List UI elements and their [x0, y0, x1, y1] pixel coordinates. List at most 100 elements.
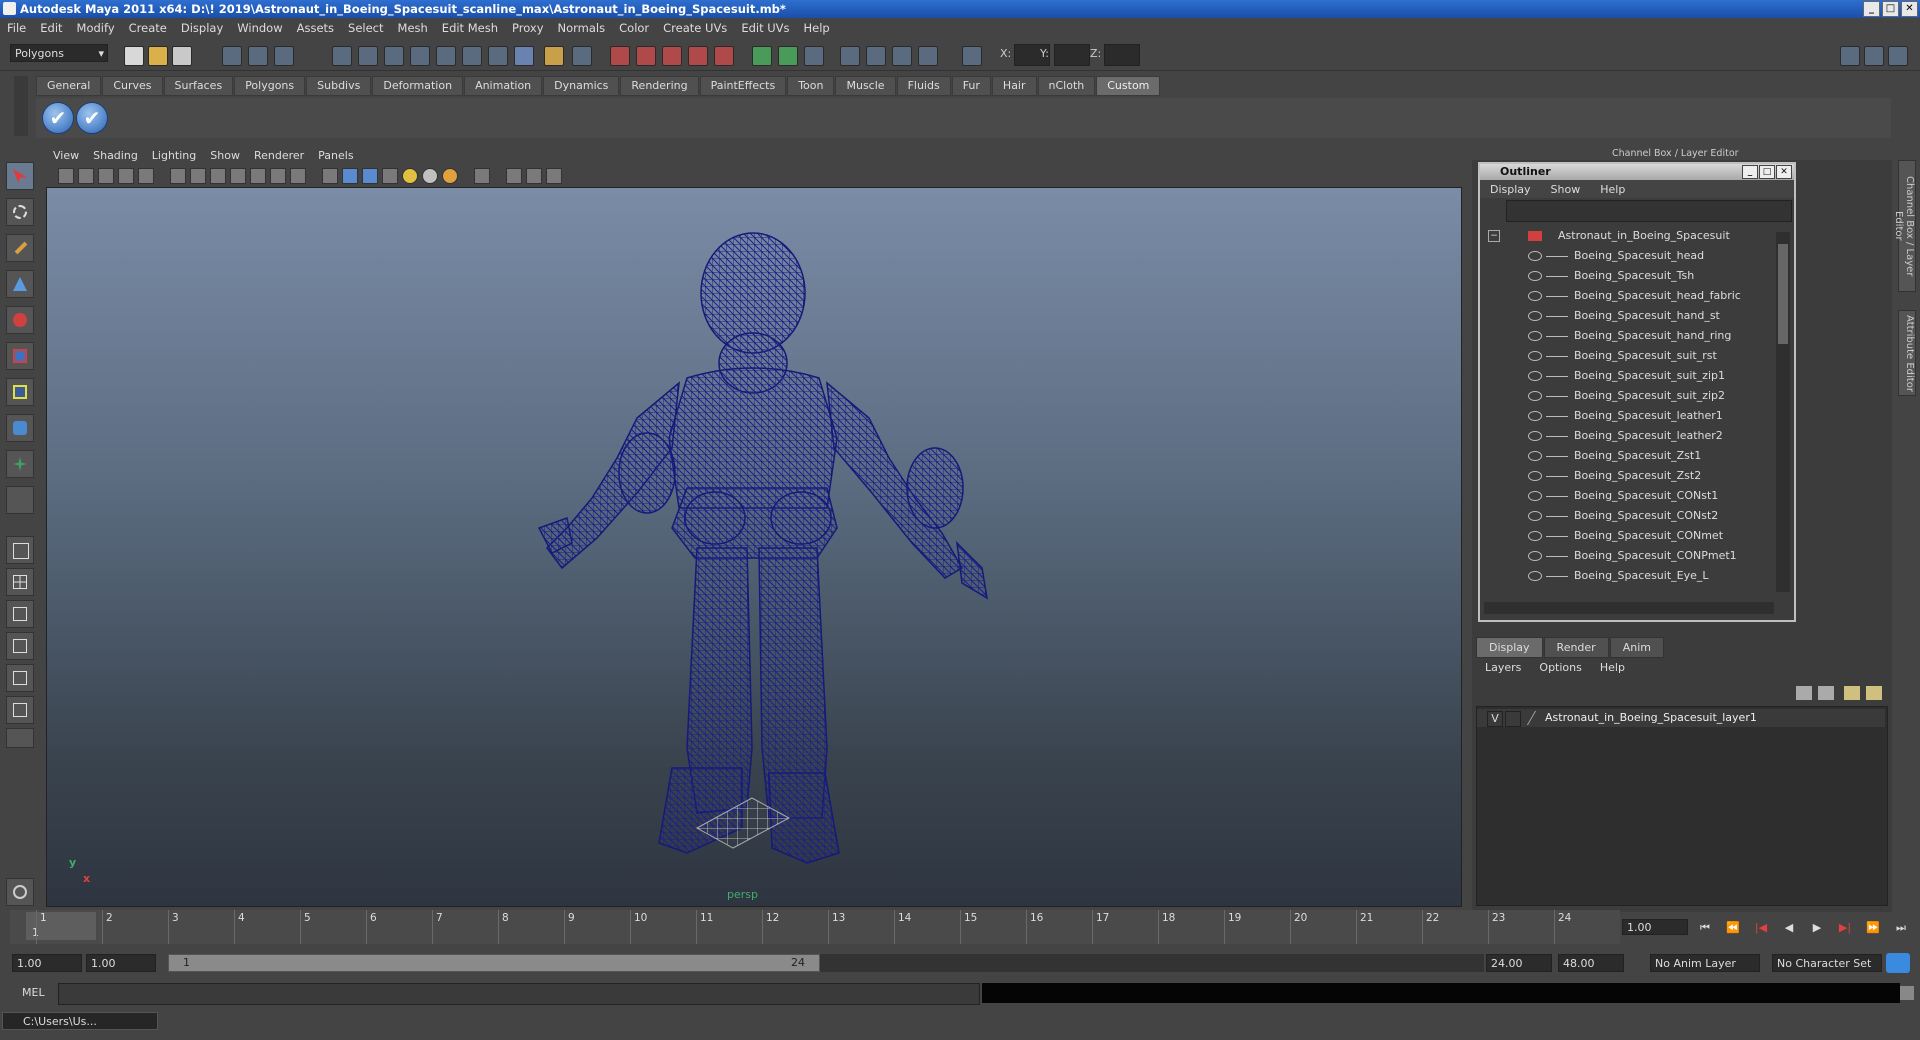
shelf-tab-custom[interactable]: Custom [1096, 76, 1161, 96]
bookmarks-icon[interactable] [98, 168, 114, 184]
z-field[interactable] [1104, 44, 1140, 66]
new-layer-icon[interactable] [1844, 686, 1860, 700]
select-component-icon[interactable] [274, 46, 294, 66]
shelf-tab-hair[interactable]: Hair [991, 76, 1037, 96]
shelf-tab-deformation[interactable]: Deformation [372, 76, 464, 96]
field-chart-icon[interactable] [250, 168, 266, 184]
outliner-menu-show[interactable]: Show [1541, 183, 1591, 196]
outliner-vertical-scrollbar[interactable] [1776, 232, 1790, 592]
menu-mesh[interactable]: Mesh [391, 21, 435, 35]
use-all-lights-icon[interactable] [422, 168, 438, 184]
playback-end-field[interactable]: 24.00 [1486, 954, 1552, 972]
question-icon[interactable] [514, 46, 534, 66]
dynamics-mask-icon[interactable] [488, 46, 508, 66]
menu-assets[interactable]: Assets [290, 21, 341, 35]
anim-layer-dropdown[interactable]: No Anim Layer [1650, 954, 1760, 972]
menu-proxy[interactable]: Proxy [505, 21, 551, 35]
curve-mask-icon[interactable] [410, 46, 430, 66]
lock-icon[interactable] [544, 46, 564, 66]
minimize-button[interactable]: _ [1863, 1, 1880, 17]
panel-menu-view[interactable]: View [46, 149, 86, 162]
outliner-minimize-icon[interactable]: _ [1742, 165, 1758, 179]
wireframe-on-shaded-icon[interactable] [362, 168, 378, 184]
manipulator-tool-icon[interactable] [6, 378, 34, 406]
last-tool-slot[interactable] [6, 486, 34, 514]
lasso-tool-icon[interactable] [6, 198, 34, 226]
persp-outliner-layout-icon[interactable] [6, 600, 34, 628]
wireframe-icon[interactable] [322, 168, 338, 184]
shelf-tab-subdivs[interactable]: Subdivs [306, 76, 372, 96]
side-tab-attribute-editor[interactable]: Attribute Editor [1898, 310, 1916, 396]
move-layer-down-icon[interactable] [1818, 686, 1834, 700]
rotate-tool-icon[interactable] [6, 306, 34, 334]
display-layer-row[interactable]: V Astronaut_in_Boeing_Spacesuit_layer1 [1477, 709, 1885, 727]
animation-start-field[interactable]: 1.00 [12, 954, 82, 972]
construction-history-icon[interactable] [804, 46, 824, 66]
isolate-select-icon[interactable] [474, 168, 490, 184]
menu-edit[interactable]: Edit [33, 21, 69, 35]
hypershade-layout-icon[interactable] [6, 664, 34, 692]
shelf-tab-surfaces[interactable]: Surfaces [163, 76, 234, 96]
render-current-frame-icon[interactable] [866, 46, 886, 66]
deform-mask-icon[interactable] [462, 46, 482, 66]
snap-point-icon[interactable] [662, 46, 682, 66]
toggle-channel-box-icon[interactable] [1888, 46, 1908, 66]
soft-modification-tool-icon[interactable] [6, 414, 34, 442]
high-quality-icon[interactable] [546, 168, 562, 184]
time-slider[interactable]: 1 12345678910111213141516171819202122232… [10, 910, 1620, 944]
single-perspective-layout-icon[interactable] [6, 536, 34, 564]
new-scene-icon[interactable] [124, 46, 144, 66]
select-camera-icon[interactable] [58, 168, 74, 184]
menu-file[interactable]: File [0, 21, 33, 35]
range-slider-thumb[interactable]: 1 24 [168, 954, 820, 972]
layer-visibility-toggle[interactable]: V [1487, 711, 1503, 727]
smooth-shade-icon[interactable] [342, 168, 358, 184]
play-forwards-icon[interactable]: ▶ [1808, 920, 1826, 936]
outliner-title-bar[interactable]: Outliner _ □ ✕ [1480, 164, 1794, 180]
snap-grid-icon[interactable] [610, 46, 630, 66]
range-slider-track[interactable]: 1 24 [168, 954, 1484, 972]
menu-modify[interactable]: Modify [70, 21, 122, 35]
outliner-menu-display[interactable]: Display [1480, 183, 1541, 196]
animation-end-field[interactable]: 48.00 [1558, 954, 1624, 972]
script-editor-icon[interactable] [1900, 986, 1914, 1000]
panel-menu-show[interactable]: Show [203, 149, 247, 162]
paint-select-tool-icon[interactable] [6, 234, 34, 262]
layout-options-icon[interactable] [6, 728, 34, 748]
layer-menu-help[interactable]: Help [1591, 661, 1634, 674]
maximize-button[interactable]: □ [1882, 1, 1899, 17]
film-gate-icon[interactable] [190, 168, 206, 184]
move-layer-up-icon[interactable] [1796, 686, 1812, 700]
toggle-tool-settings-icon[interactable] [1864, 46, 1884, 66]
select-tool-icon[interactable] [6, 162, 34, 190]
panel-menu-renderer[interactable]: Renderer [247, 149, 311, 162]
auto-key-icon[interactable] [1886, 953, 1910, 973]
output-ops-icon[interactable] [778, 46, 798, 66]
layer-menu-options[interactable]: Options [1530, 661, 1590, 674]
play-backwards-icon[interactable]: ◀ [1780, 920, 1798, 936]
xray-icon[interactable] [506, 168, 522, 184]
shelf-tab-polygons[interactable]: Polygons [234, 76, 306, 96]
open-scene-icon[interactable] [148, 46, 168, 66]
move-tool-icon[interactable] [6, 270, 34, 298]
menu-edit-uvs[interactable]: Edit UVs [734, 21, 796, 35]
snap-curve-icon[interactable] [636, 46, 656, 66]
menu-set-dropdown[interactable]: Polygons ▾ [10, 44, 108, 62]
select-object-icon[interactable] [248, 46, 268, 66]
menu-display[interactable]: Display [174, 21, 230, 35]
handle-mask-icon[interactable] [358, 46, 378, 66]
shelf-tab-general[interactable]: General [36, 76, 102, 96]
side-tab-channel-box[interactable]: Channel Box / Layer Editor [1893, 160, 1916, 292]
show-manipulator-tool-icon[interactable] [6, 450, 34, 478]
pick-mask-icon[interactable] [332, 46, 352, 66]
input-ops-icon[interactable] [752, 46, 772, 66]
menu-create-uvs[interactable]: Create UVs [656, 21, 734, 35]
shelf-tab-ncloth[interactable]: nCloth [1037, 76, 1096, 96]
shelf-tab-muscle[interactable]: Muscle [835, 76, 896, 96]
y-field[interactable] [1054, 44, 1090, 66]
shelf-tab-toon[interactable]: Toon [787, 76, 835, 96]
command-input[interactable] [58, 983, 980, 1005]
snap-view-plane-icon[interactable] [688, 46, 708, 66]
outliner-filter-field[interactable] [1506, 200, 1792, 222]
select-hierarchy-icon[interactable] [222, 46, 242, 66]
